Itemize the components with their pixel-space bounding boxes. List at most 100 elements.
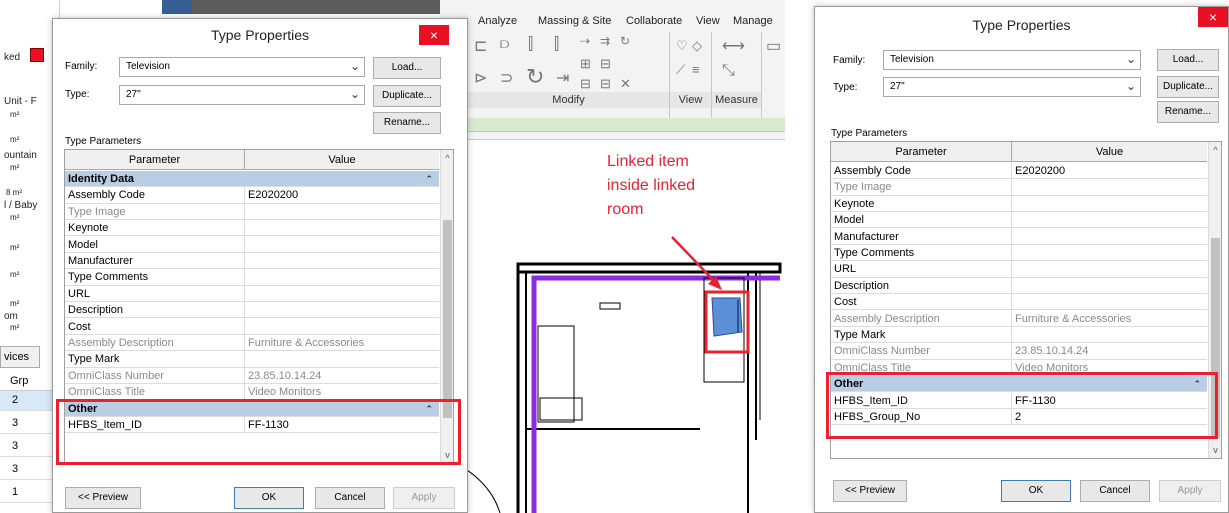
- parameter-row[interactable]: Type Mark: [831, 327, 1207, 344]
- split-icon[interactable]: ⊳: [474, 68, 487, 88]
- grid-scrollbar[interactable]: ^ v: [440, 150, 453, 463]
- extend-icon[interactable]: ⇥: [556, 68, 569, 88]
- preview-button[interactable]: << Preview: [833, 480, 907, 502]
- parameter-value[interactable]: FF-1130: [1012, 393, 1207, 409]
- parameter-row[interactable]: Type Comments: [65, 269, 439, 286]
- parameter-column-header[interactable]: Parameter: [831, 142, 1012, 162]
- color-swatch[interactable]: [30, 48, 44, 62]
- hide-icon[interactable]: ♡: [676, 38, 688, 54]
- load-button[interactable]: Load...: [373, 57, 441, 79]
- mirror-draw-icon[interactable]: ⫿: [554, 36, 559, 54]
- apply-button[interactable]: Apply: [1159, 480, 1221, 502]
- value-column-header[interactable]: Value: [245, 150, 439, 170]
- parameter-row[interactable]: HFBS_Item_ID FF-1130: [65, 417, 439, 434]
- parameter-row[interactable]: OmniClass Number 23.85.10.14.24: [65, 367, 439, 385]
- parameter-row[interactable]: Assembly Description Furniture & Accessor…: [65, 335, 439, 352]
- cancel-button[interactable]: Cancel: [1080, 480, 1150, 502]
- parameter-row[interactable]: Manufacturer: [831, 228, 1207, 245]
- scroll-up-icon[interactable]: ^: [441, 151, 453, 165]
- parameter-row[interactable]: Manufacturer: [65, 253, 439, 270]
- align-icon[interactable]: ⊏: [474, 36, 487, 56]
- parameter-value[interactable]: 23.85.10.14.24: [1012, 343, 1207, 359]
- parameter-value[interactable]: E2020200: [1012, 163, 1207, 179]
- tab-analyze[interactable]: Analyze: [478, 15, 517, 27]
- pin-icon[interactable]: ⊟: [600, 56, 611, 72]
- parameter-row[interactable]: URL: [831, 261, 1207, 278]
- parameter-value[interactable]: Furniture & Accessories: [1012, 311, 1207, 327]
- scroll-up-icon[interactable]: ^: [1209, 143, 1221, 157]
- rename-button[interactable]: Rename...: [373, 112, 441, 134]
- value-column-header[interactable]: Value: [1012, 142, 1207, 162]
- parameter-row[interactable]: OmniClass Title Video Monitors: [65, 384, 439, 401]
- parameter-row[interactable]: Assembly Description Furniture & Accessor…: [831, 310, 1207, 327]
- create-icon[interactable]: ▭: [766, 36, 781, 56]
- grp-row[interactable]: 3: [0, 414, 60, 434]
- parameter-row[interactable]: Keynote: [65, 220, 439, 237]
- grp-row[interactable]: 1: [0, 483, 60, 503]
- family-select[interactable]: Television ⌄: [883, 50, 1141, 70]
- mirror-icon[interactable]: ⫿: [528, 36, 533, 54]
- trim-icon[interactable]: ⊃: [500, 68, 513, 88]
- array-icon[interactable]: ⊞: [580, 56, 591, 72]
- parameter-value[interactable]: Furniture & Accessories: [245, 335, 439, 351]
- parameter-row[interactable]: Description: [65, 302, 439, 319]
- grp-row[interactable]: 3: [0, 460, 60, 480]
- grp-row[interactable]: 2: [0, 391, 60, 411]
- scroll-thumb[interactable]: [443, 220, 452, 418]
- tab-collaborate[interactable]: Collaborate: [626, 15, 682, 27]
- parameter-row[interactable]: Type Comments: [831, 245, 1207, 262]
- duplicate-button[interactable]: Duplicate...: [1157, 76, 1219, 98]
- duplicate-button[interactable]: Duplicate...: [373, 85, 441, 107]
- family-select[interactable]: Television ⌄: [119, 57, 365, 77]
- ok-button[interactable]: OK: [234, 487, 304, 509]
- parameter-row[interactable]: Assembly Code E2020200: [831, 163, 1207, 180]
- grp-row[interactable]: 3: [0, 437, 60, 457]
- unpin-icon[interactable]: ⊟: [600, 76, 611, 92]
- dimension-icon[interactable]: ⤡: [722, 62, 735, 80]
- tab-massing-site[interactable]: Massing & Site: [538, 15, 611, 27]
- collapse-icon[interactable]: ⌃: [1193, 376, 1201, 392]
- tab-manage[interactable]: Manage: [733, 15, 773, 27]
- rename-button[interactable]: Rename...: [1157, 101, 1219, 123]
- paint-icon[interactable]: ≡: [692, 62, 700, 77]
- section-header-row[interactable]: Identity Data ⌃: [65, 171, 439, 188]
- scale-icon[interactable]: ⊟: [580, 76, 591, 92]
- parameter-row[interactable]: Type Mark: [65, 351, 439, 368]
- collapse-icon[interactable]: ⌃: [425, 171, 433, 187]
- parameter-row[interactable]: Cost: [65, 318, 439, 335]
- cancel-button[interactable]: Cancel: [315, 487, 385, 509]
- parameter-value[interactable]: FF-1130: [245, 417, 439, 433]
- scroll-down-icon[interactable]: v: [1209, 443, 1221, 457]
- parameter-row[interactable]: Type Image: [831, 179, 1207, 196]
- parameter-value[interactable]: 2: [1012, 409, 1207, 425]
- grid-scrollbar[interactable]: ^ v: [1208, 142, 1221, 458]
- parameter-row[interactable]: HFBS_Group_No 2: [831, 409, 1207, 426]
- parameter-row[interactable]: OmniClass Title Video Monitors: [831, 359, 1207, 377]
- preview-button[interactable]: << Preview: [65, 487, 141, 509]
- close-icon[interactable]: ×: [419, 25, 449, 45]
- ok-button[interactable]: OK: [1001, 480, 1071, 502]
- section-header-row[interactable]: Other ⌃: [831, 376, 1207, 393]
- apply-button[interactable]: Apply: [393, 487, 455, 509]
- scroll-thumb[interactable]: [1211, 238, 1220, 438]
- tab-view[interactable]: View: [696, 15, 720, 27]
- move-icon[interactable]: ⇢: [580, 34, 590, 48]
- rotate-icon[interactable]: ↻: [620, 34, 630, 48]
- offset-icon[interactable]: ⫐: [500, 36, 509, 54]
- override-icon[interactable]: ◇: [692, 38, 702, 54]
- parameter-row[interactable]: Model: [65, 236, 439, 253]
- app-menu-button[interactable]: [162, 0, 192, 14]
- measure-icon[interactable]: ⟷: [722, 36, 745, 56]
- parameter-row[interactable]: Assembly Code E2020200: [65, 187, 439, 204]
- grp-column-header[interactable]: Grp: [0, 373, 60, 391]
- services-tab[interactable]: vices: [0, 346, 40, 368]
- load-button[interactable]: Load...: [1157, 49, 1219, 71]
- section-header-row[interactable]: Other ⌃: [65, 400, 439, 417]
- parameter-row[interactable]: URL: [65, 285, 439, 303]
- parameter-value[interactable]: Video Monitors: [1012, 360, 1207, 376]
- parameter-row[interactable]: Keynote: [831, 195, 1207, 213]
- rotate-large-icon[interactable]: ↻: [526, 64, 544, 90]
- parameter-value[interactable]: 23.85.10.14.24: [245, 368, 439, 384]
- type-select[interactable]: 27" ⌄: [883, 77, 1141, 97]
- copy-icon[interactable]: ⇉: [600, 34, 610, 48]
